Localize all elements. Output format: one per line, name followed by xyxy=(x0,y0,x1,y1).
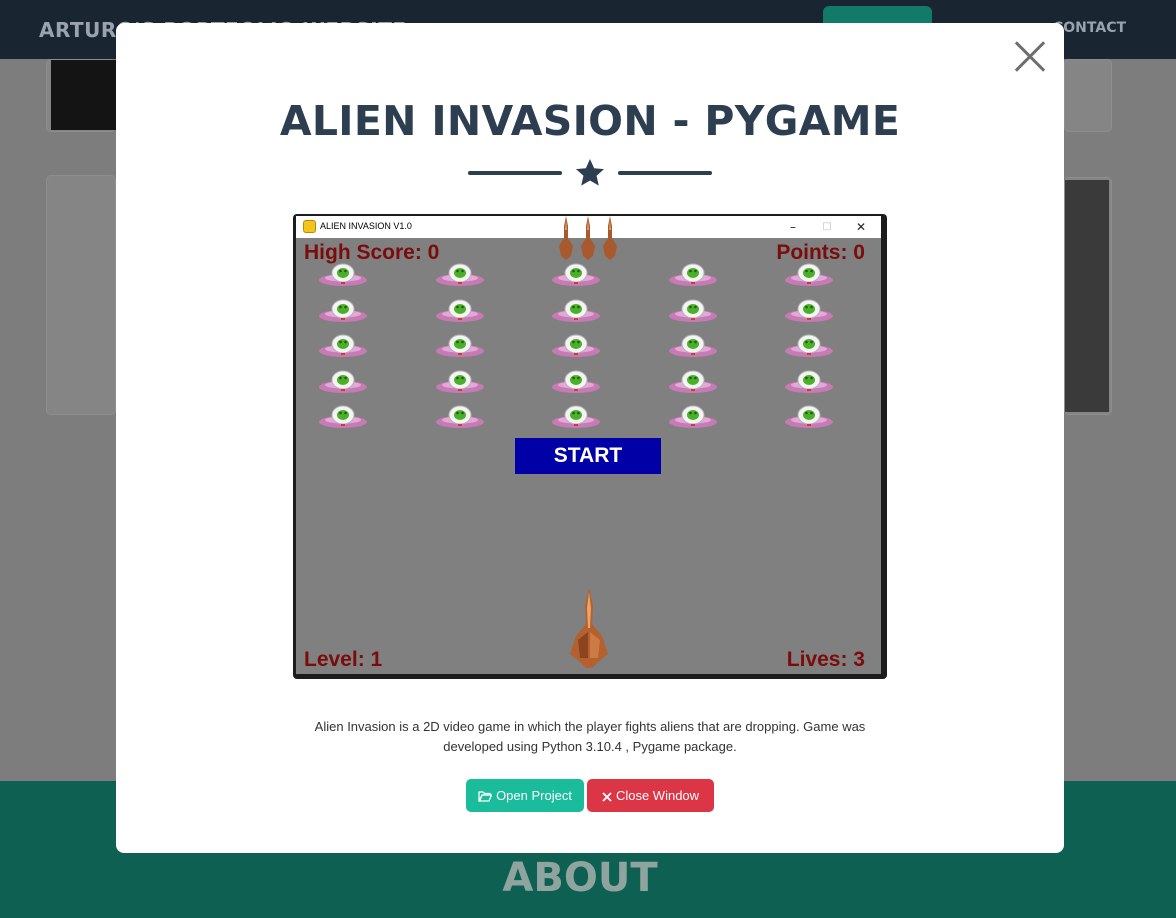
portfolio-card[interactable] xyxy=(46,175,116,415)
portfolio-card[interactable] xyxy=(1064,177,1112,415)
game-window-title: ALIEN INVASION V1.0 xyxy=(320,221,412,231)
alien-icon xyxy=(784,333,834,359)
minimize-icon: – xyxy=(790,220,796,234)
project-modal: ALIEN INVASION - PYGAME ALIEN INVASION V… xyxy=(116,23,1064,853)
alien-icon xyxy=(318,369,368,395)
alien-icon xyxy=(318,298,368,324)
close-window-button[interactable]: Close Window xyxy=(587,779,714,812)
about-title: ABOUT xyxy=(502,855,658,901)
alien-icon xyxy=(784,262,834,288)
folder-open-icon xyxy=(478,791,493,802)
portfolio-card[interactable] xyxy=(1064,59,1112,132)
alien-icon xyxy=(668,333,718,359)
window-close-icon: ✕ xyxy=(855,220,867,234)
alien-icon xyxy=(435,262,485,288)
alien-icon xyxy=(318,333,368,359)
alien-icon xyxy=(668,369,718,395)
close-icon xyxy=(602,792,612,802)
alien-icon xyxy=(318,404,368,430)
life-ship-icon xyxy=(558,216,574,260)
open-project-label: Open Project xyxy=(496,788,572,803)
alien-icon xyxy=(784,404,834,430)
alien-icon xyxy=(784,369,834,395)
alien-icon xyxy=(435,369,485,395)
close-window-label: Close Window xyxy=(615,788,700,803)
maximize-icon: □ xyxy=(822,221,832,232)
star-icon xyxy=(576,159,604,186)
alien-icon xyxy=(668,262,718,288)
alien-icon xyxy=(551,369,601,395)
start-button: START xyxy=(515,438,661,474)
card-thumbnail xyxy=(51,60,117,130)
portfolio-card[interactable] xyxy=(46,59,117,132)
modal-title: ALIEN INVASION - PYGAME xyxy=(279,97,901,145)
alien-icon xyxy=(318,262,368,288)
alien-icon xyxy=(435,404,485,430)
game-window: ALIEN INVASION V1.0 – □ ✕ High Score: 0 … xyxy=(296,216,881,674)
card-thumbnail xyxy=(1065,180,1109,412)
open-project-button[interactable]: Open Project xyxy=(466,779,584,812)
alien-icon xyxy=(551,333,601,359)
alien-icon xyxy=(551,298,601,324)
close-icon[interactable] xyxy=(1014,41,1046,73)
alien-icon xyxy=(551,404,601,430)
life-ship-icon xyxy=(580,216,596,260)
alien-icon xyxy=(551,262,601,288)
lives: Lives: 3 xyxy=(786,648,865,671)
project-description: Alien Invasion is a 2D video game in whi… xyxy=(314,719,866,754)
alien-icon xyxy=(784,298,834,324)
pygame-icon xyxy=(303,220,316,233)
project-screenshot: ALIEN INVASION V1.0 – □ ✕ High Score: 0 … xyxy=(293,214,887,679)
alien-icon xyxy=(435,333,485,359)
life-ship-icon xyxy=(602,216,618,260)
alien-icon xyxy=(668,404,718,430)
level: Level: 1 xyxy=(304,648,383,671)
alien-icon xyxy=(435,298,485,324)
alien-icon xyxy=(668,298,718,324)
player-ship-icon xyxy=(570,588,608,668)
divider-line-right xyxy=(618,171,712,175)
divider-line-left xyxy=(468,171,562,175)
